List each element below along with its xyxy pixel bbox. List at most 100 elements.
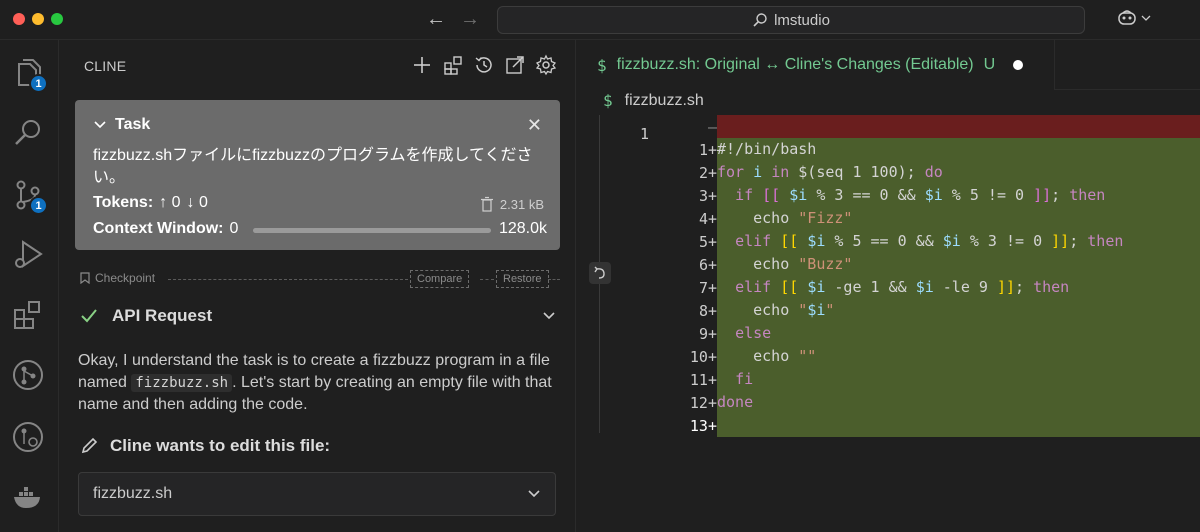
line-number: 10+ xyxy=(689,348,717,366)
git-graph-button[interactable] xyxy=(11,358,45,392)
api-request-label: API Request xyxy=(112,306,213,325)
source-control-badge: 1 xyxy=(29,196,48,215)
editor-tab-bar: $ fizzbuzz.sh: Original ↔ Cline's Change… xyxy=(577,40,1200,90)
chevron-down-icon xyxy=(1141,15,1151,21)
copilot-icon xyxy=(1118,10,1136,25)
docker-button[interactable] xyxy=(11,480,45,514)
code-line: 4+ echo "Fizz" xyxy=(577,207,1200,230)
extensions-icon xyxy=(444,56,462,75)
extensions-button[interactable] xyxy=(11,298,45,332)
new-task-button[interactable] xyxy=(411,54,433,76)
mcp-servers-button[interactable] xyxy=(442,54,464,76)
line-content xyxy=(717,115,1200,138)
code-line: 2+ for i in $(seq 1 100); do xyxy=(577,161,1200,184)
line-number: 4+ xyxy=(698,210,717,228)
task-size: 2.31 kB xyxy=(480,196,544,212)
history-icon xyxy=(475,57,492,73)
unsaved-dot-icon[interactable] xyxy=(1013,60,1024,70)
docker-icon xyxy=(14,487,40,508)
task-heading: Task xyxy=(115,116,151,133)
compare-button[interactable]: Compare xyxy=(410,270,470,288)
line-number: 7+ xyxy=(698,279,717,297)
line-content: elif [[ $i -ge 1 && $i -le 9 ]]; then xyxy=(717,276,1200,299)
tab-status: U xyxy=(983,56,996,73)
context-progress-bar xyxy=(253,228,491,233)
line-content: fi xyxy=(717,368,1200,391)
trash-icon[interactable] xyxy=(480,196,494,212)
source-control-button[interactable]: 1 xyxy=(11,178,48,215)
shell-file-icon: $ xyxy=(597,55,607,75)
line-number: 5+ xyxy=(698,233,717,251)
checkpoint-divider xyxy=(480,279,494,280)
zoom-window-button[interactable] xyxy=(51,13,63,25)
gear-icon xyxy=(535,54,557,76)
tokens-out: ↓ 0 xyxy=(186,194,208,211)
explorer-badge: 1 xyxy=(29,74,48,93)
task-size-value: 2.31 kB xyxy=(499,196,544,212)
tab-title: fizzbuzz.sh: Original ↔ Cline's Changes … xyxy=(616,56,974,73)
line-number: 1+ xyxy=(698,141,717,159)
settings-button[interactable] xyxy=(535,54,557,76)
line-number: 9+ xyxy=(698,325,717,343)
line-number: 2+ xyxy=(698,164,717,182)
title-bar: ← → lmstudio xyxy=(0,0,1200,40)
search-icon xyxy=(753,13,767,27)
checkpoint-divider xyxy=(548,279,560,280)
restore-button[interactable]: Restore xyxy=(496,270,549,288)
chevron-down-icon xyxy=(543,312,555,320)
code-line: 13+ xyxy=(577,414,1200,437)
open-in-editor-button[interactable] xyxy=(504,54,526,76)
history-button[interactable] xyxy=(473,54,495,76)
extensions-icon xyxy=(14,301,40,329)
task-text: fizzbuzz.shファイルにfizzbuzzのプログラムを作成してください。 xyxy=(93,147,533,186)
context-used: 0 xyxy=(229,220,239,237)
line-number: 3+ xyxy=(698,187,717,205)
breadcrumb-file: fizzbuzz.sh xyxy=(624,91,704,109)
diff-editor: $ fizzbuzz.sh: Original ↔ Cline's Change… xyxy=(577,40,1200,532)
git-graph-icon xyxy=(13,360,43,390)
checkpoint-divider xyxy=(168,279,408,280)
shell-file-icon: $ xyxy=(603,91,613,110)
message-filename: fizzbuzz.sh xyxy=(131,374,233,392)
checkpoint-row: Checkpoint Compare Restore xyxy=(80,270,560,288)
external-link-icon xyxy=(506,56,524,74)
chevron-down-icon xyxy=(528,490,540,498)
search-view-button[interactable] xyxy=(11,116,45,150)
line-number: 12+ xyxy=(689,394,717,412)
code-line: 8+ echo "$i" xyxy=(577,299,1200,322)
minimize-window-button[interactable] xyxy=(32,13,44,25)
line-content xyxy=(717,414,1200,437)
task-header[interactable]: Task xyxy=(93,116,150,134)
forward-arrow-icon[interactable]: → xyxy=(460,8,480,30)
line-content: if [[ $i % 3 == 0 && $i % 5 != 0 ]]; the… xyxy=(717,184,1200,207)
close-window-button[interactable] xyxy=(13,13,25,25)
search-icon xyxy=(15,120,40,145)
plus-icon xyxy=(414,57,430,73)
code-line: 6+ echo "Buzz" xyxy=(577,253,1200,276)
search-text: lmstudio xyxy=(774,11,830,29)
back-arrow-icon[interactable]: ← xyxy=(426,8,446,30)
check-icon xyxy=(81,309,97,323)
edited-file-select[interactable]: fizzbuzz.sh xyxy=(78,472,556,516)
assistant-message: Okay, I understand the task is to create… xyxy=(78,350,558,416)
explorer-button[interactable]: 1 xyxy=(11,56,48,93)
breadcrumb[interactable]: $ fizzbuzz.sh xyxy=(603,91,704,110)
checkpoint-label-group: Checkpoint xyxy=(80,271,155,285)
api-request-row[interactable]: API Request xyxy=(80,306,556,326)
run-debug-button[interactable] xyxy=(11,238,45,272)
line-content: elif [[ $i % 5 == 0 && $i % 3 != 0 ]]; t… xyxy=(717,230,1200,253)
cline-sidebar: CLINE Task ✕ fizzbuzz.shファイルにfizzbuzzのプロ… xyxy=(60,40,576,532)
sidebar-actions xyxy=(411,54,557,76)
line-number: 6+ xyxy=(698,256,717,274)
line-number: 8+ xyxy=(698,302,717,320)
copilot-menu[interactable] xyxy=(1117,9,1151,27)
code-line: 1+ #!/bin/bash xyxy=(577,138,1200,161)
close-task-button[interactable]: ✕ xyxy=(527,115,542,136)
command-center-search[interactable]: lmstudio xyxy=(497,6,1085,34)
context-label: Context Window: xyxy=(93,220,224,237)
tokens-row: Tokens: ↑ 0 ↓ 0 xyxy=(93,194,208,212)
diff-tab[interactable]: $ fizzbuzz.sh: Original ↔ Cline's Change… xyxy=(577,40,1055,90)
line-content: else xyxy=(717,322,1200,345)
git-history-button[interactable] xyxy=(11,420,45,454)
pencil-icon xyxy=(81,437,98,454)
